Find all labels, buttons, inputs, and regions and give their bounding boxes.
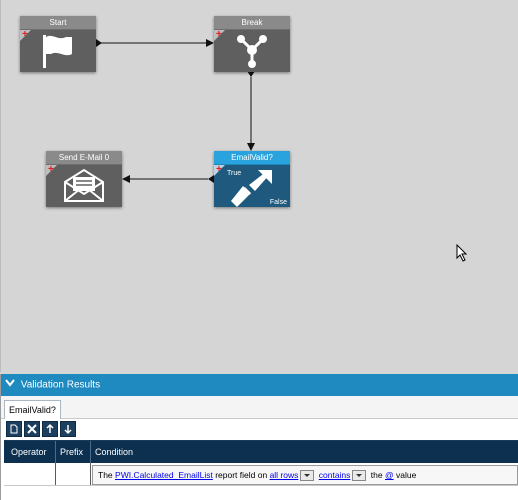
arrow-icon [231,170,272,207]
move-down-button[interactable] [60,421,76,437]
node-body: + [214,30,290,72]
node-break[interactable]: Break + [214,16,290,72]
field-link[interactable]: PWI.Calculated_EmailList [115,470,213,480]
validation-results-header[interactable]: Validation Results [1,374,518,396]
operator-link[interactable]: contains [319,470,351,480]
rows-dropdown[interactable] [300,470,315,482]
validation-results-title: Validation Results [20,379,101,391]
grid-header: Operator Prefix Condition [4,441,518,463]
column-divider [90,441,91,463]
column-header-condition[interactable]: Condition [95,441,133,463]
condition-cell[interactable]: The PWI.Calculated_EmailList report fiel… [92,465,518,485]
branch-icon [237,35,267,68]
workflow-canvas[interactable]: Start + Break + Send E-Mail 0 + EmailVal… [0,0,518,372]
node-send-email[interactable]: Send E-Mail 0 + [46,151,122,207]
validation-results-panel: Validation Results EmailValid? Operator … [0,374,518,500]
move-up-button[interactable] [42,421,58,437]
prefix-cell[interactable] [55,463,91,485]
condition-toolbar [4,419,518,439]
node-title: Break [214,16,290,30]
envelope-icon [64,168,104,202]
table-row[interactable]: The PWI.Calculated_EmailList report fiel… [4,463,518,486]
node-body: + [20,30,96,72]
delete-condition-button[interactable] [24,421,40,437]
condition-text: value [396,470,417,480]
connector-start-break [96,39,214,47]
node-title: Send E-Mail 0 [46,151,122,165]
new-document-icon [10,424,18,434]
node-start[interactable]: Start + [20,16,96,72]
value-source-link[interactable]: @ [385,470,394,480]
conditions-grid: Operator Prefix Condition The PWI.Calcul… [4,440,518,500]
condition-text: The [98,470,113,480]
node-title: EmailValid? [214,151,290,165]
connector-break-valid [247,71,255,151]
column-divider [55,441,56,463]
chevron-down-icon[interactable] [5,374,15,396]
close-icon [27,424,37,434]
condition-text: the [370,470,383,480]
arrow-down-icon [64,425,72,435]
node-body: + True False [214,165,290,207]
column-header-operator[interactable]: Operator [11,441,47,463]
column-header-prefix[interactable]: Prefix [60,441,83,463]
operator-dropdown[interactable] [352,470,367,482]
node-title: Start [20,16,96,30]
flag-icon [43,35,72,68]
condition-text: report field on [215,470,268,480]
node-body: + [46,165,122,207]
tab-email-valid[interactable]: EmailValid? [4,400,61,419]
mouse-cursor-icon [456,244,468,262]
tab-strip: EmailValid? [1,396,518,419]
connector-valid-send [122,175,214,183]
node-email-valid[interactable]: EmailValid? + True False [214,151,290,207]
arrow-up-icon [46,423,54,433]
new-condition-button[interactable] [6,421,22,437]
operator-cell[interactable] [4,463,56,485]
rows-link[interactable]: all rows [270,470,299,480]
